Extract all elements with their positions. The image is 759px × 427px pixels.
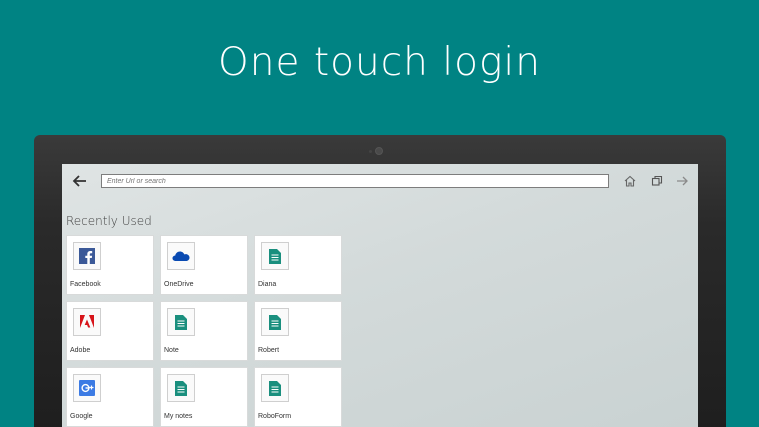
tabs-icon[interactable]: [650, 174, 664, 188]
onedrive-icon: [172, 251, 190, 261]
url-input[interactable]: [101, 174, 609, 188]
tile-icon-box: [73, 242, 101, 270]
tablet-device: Recently Used Facebook OneDrive: [34, 135, 726, 427]
adobe-icon: [80, 315, 94, 328]
tile-label: Adobe: [70, 347, 91, 354]
tile-icon-box: [261, 374, 289, 402]
tile-my-notes[interactable]: My notes: [160, 367, 248, 427]
tile-label: OneDrive: [164, 281, 194, 288]
tile-label: Facebook: [70, 281, 101, 288]
tile-icon-box: [261, 242, 289, 270]
google-icon: [79, 380, 95, 396]
headline: One touch login: [218, 40, 541, 85]
recent-tiles-grid: Facebook OneDrive Diana Adobe Note Rober…: [66, 235, 342, 427]
tile-onedrive[interactable]: OneDrive: [160, 235, 248, 295]
tile-label: Diana: [258, 281, 277, 288]
home-icon[interactable]: [623, 174, 637, 188]
forward-arrow-icon[interactable]: [675, 174, 689, 188]
tablet-screen: Recently Used Facebook OneDrive: [62, 164, 698, 427]
back-arrow-icon[interactable]: [72, 173, 88, 189]
document-icon: [175, 380, 187, 396]
tile-icon-box: [73, 374, 101, 402]
document-icon: [175, 314, 187, 330]
tile-icon-box: [261, 308, 289, 336]
tile-label: My notes: [164, 413, 193, 420]
browser-toolbar: [62, 164, 698, 198]
document-icon: [269, 314, 281, 330]
tile-roboform[interactable]: RoboForm: [254, 367, 342, 427]
tile-diana[interactable]: Diana: [254, 235, 342, 295]
tile-icon-box: [167, 308, 195, 336]
document-icon: [269, 248, 281, 264]
tile-icon-box: [167, 374, 195, 402]
camera: [375, 147, 383, 155]
document-icon: [269, 380, 281, 396]
tile-icon-box: [167, 242, 195, 270]
section-title: Recently Used: [66, 214, 152, 228]
tile-google[interactable]: Google: [66, 367, 154, 427]
tile-label: Note: [164, 347, 179, 354]
facebook-icon: [79, 248, 95, 264]
tile-icon-box: [73, 308, 101, 336]
sensor-dot: [369, 150, 372, 153]
tile-adobe[interactable]: Adobe: [66, 301, 154, 361]
tile-label: Google: [70, 413, 93, 420]
tile-facebook[interactable]: Facebook: [66, 235, 154, 295]
tile-label: Robert: [258, 347, 280, 354]
tile-note[interactable]: Note: [160, 301, 248, 361]
tile-robert[interactable]: Robert: [254, 301, 342, 361]
tile-label: RoboForm: [258, 413, 292, 420]
